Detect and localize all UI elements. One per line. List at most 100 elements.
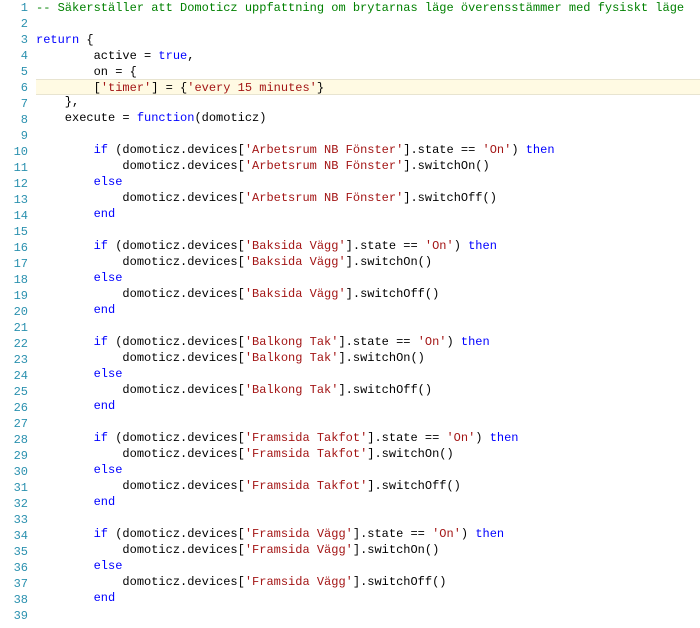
- code-line[interactable]: ['timer'] = {'every 15 minutes'}: [36, 79, 700, 95]
- line-number: 5: [0, 64, 28, 80]
- token-ident: active =: [36, 49, 158, 63]
- token-keyword: return: [36, 33, 79, 47]
- code-line[interactable]: [36, 126, 700, 142]
- code-area[interactable]: -- Säkerställer att Domoticz uppfattning…: [36, 0, 700, 628]
- token-ident: execute =: [36, 111, 137, 125]
- line-number: 28: [0, 432, 28, 448]
- token-ident: (domoticz.devices[: [108, 527, 245, 541]
- code-line[interactable]: if (domoticz.devices['Arbetsrum NB Fönst…: [36, 142, 700, 158]
- code-line[interactable]: [36, 16, 700, 32]
- token-punct: (domoticz): [194, 111, 266, 125]
- code-line[interactable]: end: [36, 494, 700, 510]
- token-ident: ].switchOff(): [367, 479, 461, 493]
- code-line[interactable]: domoticz.devices['Framsida Takfot'].swit…: [36, 446, 700, 462]
- code-line[interactable]: execute = function(domoticz): [36, 110, 700, 126]
- token-ident: ].switchOn(): [353, 543, 439, 557]
- token-ident: ].switchOff(): [353, 575, 447, 589]
- token-punct: ] = {: [151, 81, 187, 95]
- token-ident: ): [461, 527, 475, 541]
- code-line[interactable]: domoticz.devices['Framsida Takfot'].swit…: [36, 478, 700, 494]
- line-number: 11: [0, 160, 28, 176]
- line-number: 1: [0, 0, 28, 16]
- token-ident: ].switchOff(): [338, 383, 432, 397]
- line-number: 14: [0, 208, 28, 224]
- token-punct: {: [79, 33, 93, 47]
- token-ident: ].state ==: [353, 527, 432, 541]
- code-line[interactable]: [36, 222, 700, 238]
- code-line[interactable]: domoticz.devices['Balkong Tak'].switchOf…: [36, 382, 700, 398]
- token-keyword: if: [94, 431, 108, 445]
- token-keyword: else: [94, 463, 123, 477]
- line-number: 30: [0, 464, 28, 480]
- token-ident: (domoticz.devices[: [108, 431, 245, 445]
- token-punct: },: [36, 95, 79, 109]
- token-ident: ].state ==: [367, 431, 446, 445]
- code-editor[interactable]: 1234567891011121314151617181920212223242…: [0, 0, 700, 628]
- code-line[interactable]: on = {: [36, 64, 700, 80]
- token-string: 'On': [432, 527, 461, 541]
- line-number: 36: [0, 560, 28, 576]
- code-line[interactable]: [36, 606, 700, 622]
- line-number: 29: [0, 448, 28, 464]
- token-string: 'On': [425, 239, 454, 253]
- token-keyword: else: [94, 367, 123, 381]
- code-line[interactable]: domoticz.devices['Baksida Vägg'].switchO…: [36, 254, 700, 270]
- token-ident: ): [511, 143, 525, 157]
- code-line[interactable]: domoticz.devices['Arbetsrum NB Fönster']…: [36, 158, 700, 174]
- code-line[interactable]: end: [36, 398, 700, 414]
- code-line[interactable]: domoticz.devices['Arbetsrum NB Fönster']…: [36, 190, 700, 206]
- token-ident: [36, 143, 94, 157]
- token-ident: [36, 335, 94, 349]
- token-keyword: else: [94, 559, 123, 573]
- code-line[interactable]: active = true,: [36, 48, 700, 64]
- token-ident: ].state ==: [346, 239, 425, 253]
- token-string: 'Arbetsrum NB Fönster': [245, 143, 403, 157]
- token-string: 'Baksida Vägg': [245, 239, 346, 253]
- line-number: 31: [0, 480, 28, 496]
- token-keyword: then: [468, 239, 497, 253]
- code-line[interactable]: domoticz.devices['Framsida Vägg'].switch…: [36, 542, 700, 558]
- code-line[interactable]: else: [36, 270, 700, 286]
- code-line[interactable]: [36, 510, 700, 526]
- code-line[interactable]: return {: [36, 32, 700, 48]
- code-line[interactable]: if (domoticz.devices['Balkong Tak'].stat…: [36, 334, 700, 350]
- token-string: 'Framsida Vägg': [245, 543, 353, 557]
- code-line[interactable]: if (domoticz.devices['Framsida Vägg'].st…: [36, 526, 700, 542]
- code-line[interactable]: -- Säkerställer att Domoticz uppfattning…: [36, 0, 700, 16]
- line-number: 27: [0, 416, 28, 432]
- code-line[interactable]: else: [36, 462, 700, 478]
- code-line[interactable]: domoticz.devices['Framsida Vägg'].switch…: [36, 574, 700, 590]
- token-keyword: then: [490, 431, 519, 445]
- line-number: 2: [0, 16, 28, 32]
- token-ident: ].state ==: [338, 335, 417, 349]
- line-number: 32: [0, 496, 28, 512]
- code-line[interactable]: end: [36, 302, 700, 318]
- code-line[interactable]: domoticz.devices['Baksida Vägg'].switchO…: [36, 286, 700, 302]
- token-ident: ].switchOn(): [346, 255, 432, 269]
- code-line[interactable]: domoticz.devices['Balkong Tak'].switchOn…: [36, 350, 700, 366]
- token-ident: [36, 399, 94, 413]
- code-line[interactable]: end: [36, 590, 700, 606]
- line-number: 26: [0, 400, 28, 416]
- code-line[interactable]: end: [36, 206, 700, 222]
- code-line[interactable]: [36, 318, 700, 334]
- code-line[interactable]: else: [36, 366, 700, 382]
- token-keyword: end: [94, 399, 116, 413]
- code-line[interactable]: else: [36, 558, 700, 574]
- token-ident: domoticz.devices[: [36, 543, 245, 557]
- token-keyword: if: [94, 335, 108, 349]
- line-number: 34: [0, 528, 28, 544]
- token-ident: ].switchOn(): [367, 447, 453, 461]
- token-keyword: if: [94, 143, 108, 157]
- code-line[interactable]: [36, 414, 700, 430]
- token-ident: [36, 527, 94, 541]
- token-ident: domoticz.devices[: [36, 255, 245, 269]
- code-line[interactable]: if (domoticz.devices['Baksida Vägg'].sta…: [36, 238, 700, 254]
- token-ident: ].switchOff(): [346, 287, 440, 301]
- code-line[interactable]: },: [36, 94, 700, 110]
- code-line[interactable]: else: [36, 174, 700, 190]
- line-number: 12: [0, 176, 28, 192]
- token-punct: }: [317, 81, 324, 95]
- code-line[interactable]: if (domoticz.devices['Framsida Takfot'].…: [36, 430, 700, 446]
- token-ident: ].switchOff(): [403, 191, 497, 205]
